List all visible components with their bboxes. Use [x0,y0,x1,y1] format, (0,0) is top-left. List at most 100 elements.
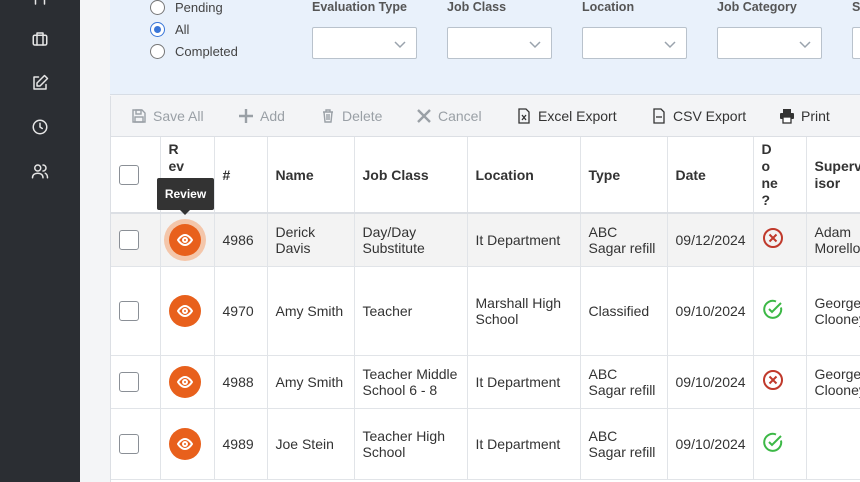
job-class-cell: Teacher High School [354,408,468,480]
delete-button[interactable]: Delete [320,108,382,124]
date-cell: 09/10/2024 [667,266,754,356]
eye-icon [176,233,193,246]
location-cell: It Department [467,408,581,480]
location-cell: It Department [467,213,581,267]
radio-label: All [175,22,190,37]
evaluation-type-select[interactable] [312,27,417,59]
row-checkbox[interactable] [119,371,139,392]
excel-export-button[interactable]: Excel Export [516,108,617,124]
review-tooltip: Review [157,178,214,215]
not-done-x-icon [762,370,784,394]
save-all-button[interactable]: Save All [131,108,204,124]
column-header-type[interactable]: Type [580,137,668,214]
table-header-row: R ev ie w # Name Job Class Location Type… [111,137,860,214]
review-cell [160,355,215,409]
location-label: Location [582,0,635,14]
done-cell [753,266,807,356]
delete-label: Delete [342,108,383,124]
row-select-cell [111,213,161,267]
review-button[interactable] [168,223,201,256]
row-checkbox[interactable] [119,229,139,250]
table-row[interactable]: 4989 Joe Stein Teacher High School It De… [111,408,860,480]
users-icon[interactable] [28,159,52,183]
job-class-select[interactable] [447,27,552,59]
supervisor-select[interactable] [852,27,860,59]
row-checkbox[interactable] [119,300,139,321]
number-cell: 4986 [214,213,268,267]
location-cell: It Department [467,355,581,409]
print-button[interactable]: Print [779,108,830,124]
print-label: Print [801,108,830,124]
briefcase-icon[interactable] [28,27,52,51]
plus-icon [239,109,253,123]
done-cell [753,213,807,267]
table-row[interactable]: 4988 Amy Smith Teacher Middle School 6 -… [111,355,860,409]
row-select-cell [111,355,161,409]
table-row[interactable]: 4970 Amy Smith Teacher Marshall High Sch… [111,266,860,356]
job-category-label: Job Category [717,0,797,14]
edit-icon[interactable] [28,71,52,95]
evaluation-type-label: Evaluation Type [312,0,407,14]
review-cell [160,408,215,480]
cancel-button[interactable]: Cancel [416,108,482,124]
add-button[interactable]: Add [238,108,285,124]
trash-icon [323,109,333,123]
job-class-cell: Day/Day Substitute [354,213,468,267]
column-header-supervisor[interactable]: Superv isor [806,137,860,214]
column-header-name[interactable]: Name [267,137,355,214]
review-button[interactable] [168,294,201,327]
eye-icon [176,437,193,450]
date-cell: 09/10/2024 [667,408,754,480]
radio-label: Pending [175,0,223,15]
excel-file-icon [518,108,530,124]
select-all-checkbox[interactable] [119,164,139,185]
radio-button[interactable] [150,22,165,37]
sidebar [0,0,80,482]
column-header-number[interactable]: # [214,137,268,214]
type-cell: ABC Sagar refill [580,213,668,267]
cancel-label: Cancel [438,108,482,124]
review-button[interactable] [168,365,201,398]
evaluations-grid: Save All Add Delete Cancel Excel Export … [110,96,860,482]
supervisor-cell: George Clooney [806,266,860,356]
job-class-cell: Teacher [354,266,468,356]
date-cell: 09/10/2024 [667,355,754,409]
column-header-date[interactable]: Date [667,137,754,214]
radio-pending[interactable]: Pending [150,0,223,15]
radio-button[interactable] [150,0,165,15]
column-header-location[interactable]: Location [467,137,581,214]
radio-label: Completed [175,44,238,59]
date-cell: 09/12/2024 [667,213,754,267]
row-select-cell [111,266,161,356]
clock-icon[interactable] [28,115,52,139]
row-checkbox[interactable] [119,433,139,454]
location-select[interactable] [582,27,687,59]
close-icon [417,109,431,123]
review-button[interactable] [168,427,201,460]
chevron-down-icon [799,37,811,49]
name-cell: Amy Smith [267,355,355,409]
column-header-done[interactable]: D o ne ? [753,137,807,214]
number-cell: 4970 [214,266,268,356]
not-done-x-icon [762,228,784,252]
column-header-job-class[interactable]: Job Class [354,137,468,214]
radio-completed[interactable]: Completed [150,44,238,59]
csv-file-icon [653,108,665,124]
grid-toolbar: Save All Add Delete Cancel Excel Export … [111,96,860,137]
menu-icon[interactable] [28,0,52,16]
radio-all[interactable]: All [150,22,189,37]
radio-button[interactable] [150,44,165,59]
save-all-label: Save All [153,108,204,124]
add-label: Add [260,108,285,124]
done-check-icon [762,432,784,456]
name-cell: Derick Davis [267,213,355,267]
chevron-down-icon [394,37,406,49]
number-cell: 4989 [214,408,268,480]
job-category-select[interactable] [717,27,822,59]
printer-icon [780,109,794,124]
save-icon [132,109,146,123]
csv-export-button[interactable]: CSV Export [651,108,746,124]
table-row[interactable]: 4986 Derick Davis Day/Day Substitute It … [111,213,860,267]
row-select-cell [111,408,161,480]
filter-panel: Pending All Completed Evaluation Type Jo… [110,0,860,95]
